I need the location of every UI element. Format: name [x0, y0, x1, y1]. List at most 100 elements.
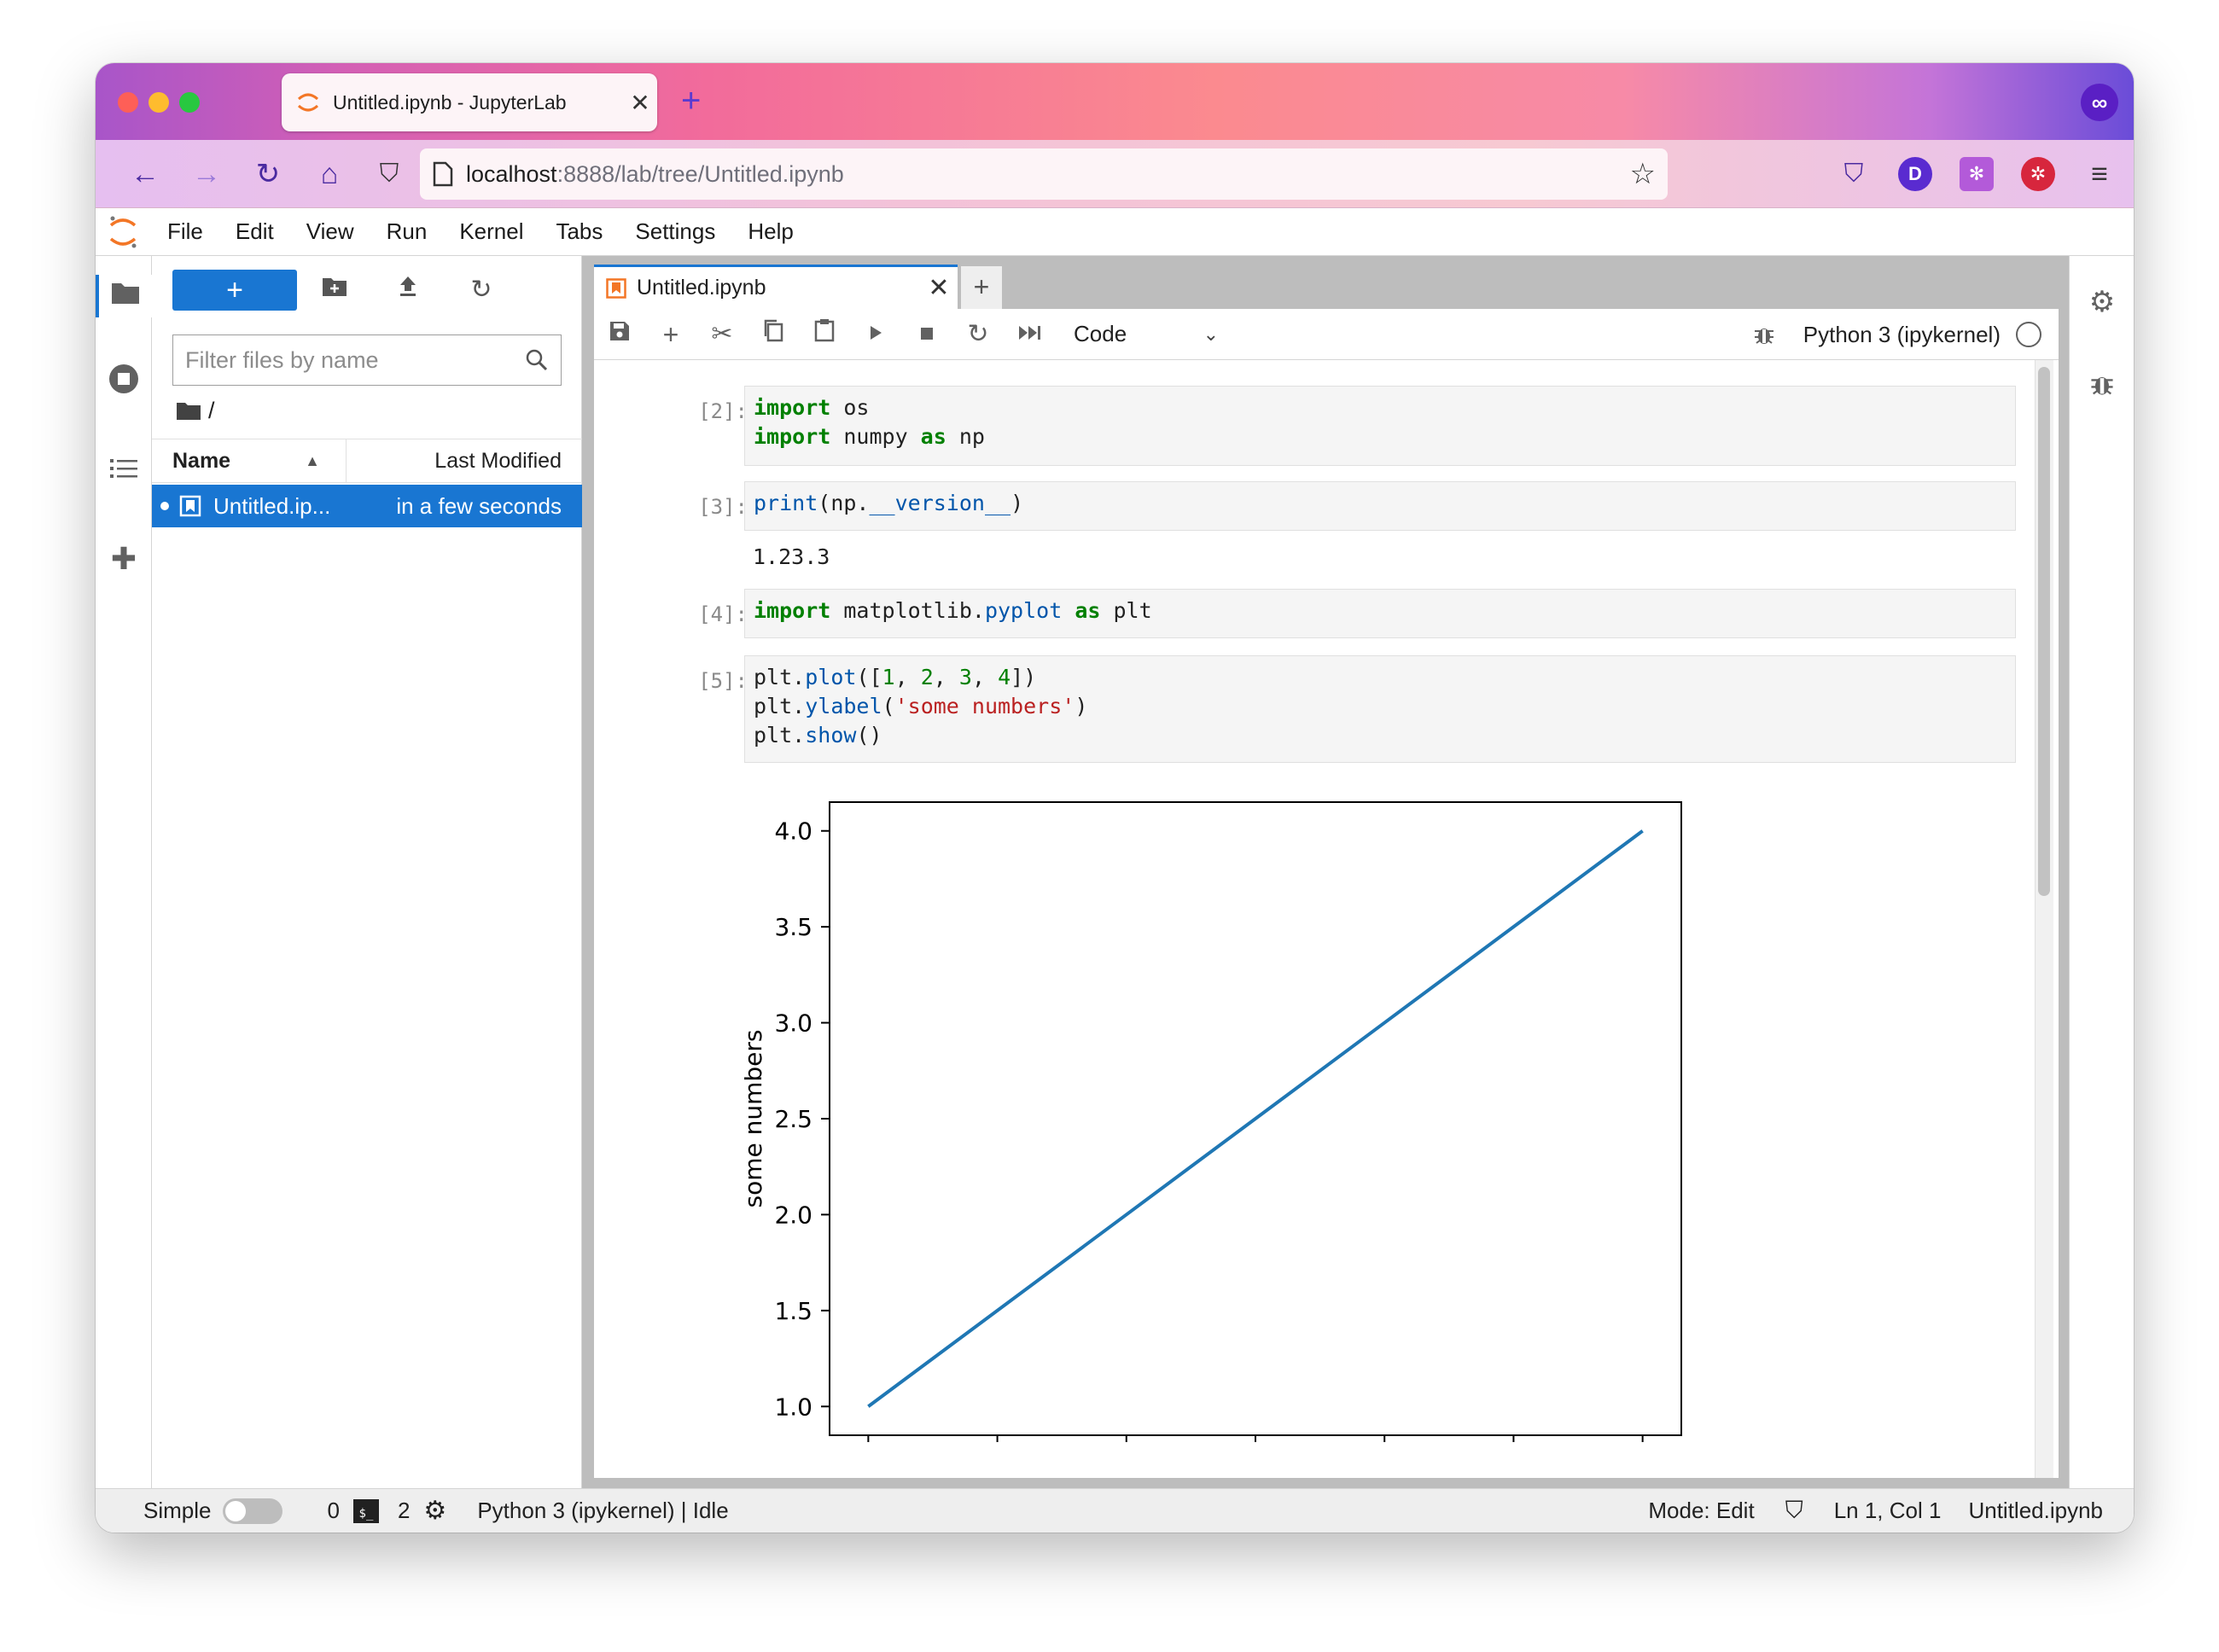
kernel-count[interactable]: 2 — [398, 1498, 410, 1524]
extension-manager-tab[interactable]: ✚ — [102, 538, 145, 580]
jupyter-logo-icon — [96, 208, 150, 256]
code-cell-version[interactable]: print(np.__version__) — [744, 481, 2016, 531]
code-token: as — [1075, 598, 1101, 623]
copy-icon[interactable] — [748, 309, 799, 360]
vertical-scrollbar[interactable] — [2038, 367, 2050, 896]
menu-tabs[interactable]: Tabs — [556, 218, 603, 245]
debugger-bug-icon[interactable] — [1752, 323, 1776, 346]
terminal-count[interactable]: 0 — [327, 1498, 339, 1524]
paste-icon[interactable] — [799, 309, 850, 360]
column-header-name[interactable]: Name ▲ — [152, 439, 347, 483]
table-of-contents-tab[interactable] — [102, 451, 145, 493]
save-icon[interactable] — [594, 309, 645, 360]
extension-d-icon[interactable]: D — [1898, 157, 1932, 191]
restart-run-all-icon[interactable] — [1004, 309, 1055, 360]
cursor-position[interactable]: Ln 1, Col 1 — [1834, 1498, 1942, 1524]
browser-tab-jupyterlab[interactable]: Untitled.ipynb - JupyterLab ✕ — [282, 73, 657, 131]
menu-file[interactable]: File — [167, 218, 203, 245]
notebook-tab-title: Untitled.ipynb — [637, 276, 766, 300]
code-token: pyplot — [984, 598, 1063, 623]
plot-axes: 0.00.51.01.52.02.53.01.01.52.02.53.03.54… — [744, 801, 1682, 1442]
private-browsing-icon: ∞ — [2081, 84, 2118, 121]
reload-icon[interactable]: ↻ — [249, 155, 287, 193]
kernel-status-text[interactable]: Python 3 (ipykernel) | Idle — [477, 1498, 728, 1524]
browser-window: Untitled.ipynb - JupyterLab ✕ + ∞ ← → ↻ … — [96, 63, 2134, 1533]
refresh-icon[interactable]: ↻ — [461, 270, 502, 311]
shield-icon[interactable]: ⛉ — [370, 155, 408, 193]
cell-type-dropdown[interactable]: Code ⌄ — [1074, 321, 1219, 347]
file-row-untitled[interactable]: Untitled.ip... in a few seconds — [152, 485, 582, 527]
url-path: :8888/lab/tree/Untitled.ipynb — [556, 160, 844, 187]
jupyter-favicon-icon — [297, 93, 319, 112]
back-arrow-icon[interactable]: ← — [126, 155, 164, 193]
running-dot-icon — [160, 502, 169, 510]
extension-red-icon[interactable]: ✲ — [2021, 157, 2055, 191]
breadcrumb-root[interactable]: / — [208, 398, 215, 424]
code-token: 1 — [882, 665, 895, 689]
kernel-chip-icon: ⚙ — [423, 1497, 447, 1525]
right-sidebar: ⚙ — [2069, 256, 2134, 1488]
forward-arrow-icon[interactable]: → — [188, 155, 225, 193]
run-cell-icon[interactable] — [850, 309, 901, 360]
new-tab-button[interactable]: + — [681, 79, 701, 123]
code-cell-imports[interactable]: import os import numpy as np — [744, 386, 2016, 466]
minimize-window-button[interactable] — [149, 92, 169, 113]
cell-prompt: [2]: — [698, 399, 748, 423]
new-folder-icon[interactable] — [314, 270, 355, 311]
zoom-window-button[interactable] — [179, 92, 200, 113]
extension-snowflake-icon[interactable]: ✻ — [1960, 157, 1994, 191]
hamburger-menu-icon[interactable]: ≡ — [2081, 155, 2118, 193]
file-filter-input[interactable] — [185, 346, 525, 374]
y-tick-label: 2.5 — [774, 1105, 812, 1133]
y-tick-label: 2.0 — [774, 1201, 812, 1229]
menu-kernel[interactable]: Kernel — [459, 218, 523, 245]
close-window-button[interactable] — [118, 92, 138, 113]
jupyter-menubar: File Edit View Run Kernel Tabs Settings … — [96, 208, 2134, 256]
debugger-bug-icon[interactable] — [2082, 370, 2123, 411]
menu-view[interactable]: View — [306, 218, 354, 245]
close-tab-icon[interactable]: ✕ — [623, 89, 657, 117]
insert-cell-icon[interactable]: + — [645, 309, 696, 360]
terminal-icon: $_ — [352, 1498, 379, 1523]
new-launcher-tab-button[interactable]: + — [961, 266, 1002, 309]
new-launcher-button[interactable]: + — [172, 270, 297, 311]
cell-output-text: 1.23.3 — [753, 544, 830, 569]
file-modified: in a few seconds — [396, 492, 562, 519]
property-inspector-gears-icon[interactable]: ⚙ — [2082, 282, 2123, 323]
cell-prompt: [4]: — [698, 602, 748, 626]
running-sessions-tab[interactable] — [102, 362, 145, 404]
file-browser-panel: + ↻ / Name ▲ Last Modified — [152, 256, 582, 1488]
menu-run[interactable]: Run — [387, 218, 428, 245]
close-notebook-tab-icon[interactable]: ✕ — [920, 273, 958, 303]
simple-mode-toggle[interactable] — [223, 1498, 283, 1524]
restart-kernel-icon[interactable]: ↻ — [952, 309, 1004, 360]
kernel-name[interactable]: Python 3 (ipykernel) — [1803, 322, 2001, 348]
cut-icon[interactable]: ✂ — [696, 309, 748, 360]
breadcrumb[interactable]: / — [176, 398, 215, 424]
bookmark-star-icon[interactable]: ☆ — [1630, 157, 1656, 191]
interrupt-kernel-icon[interactable] — [901, 309, 952, 360]
code-cell-matplotlib-import[interactable]: import matplotlib.pyplot as plt — [744, 589, 2016, 638]
title-bar: Untitled.ipynb - JupyterLab ✕ + ∞ — [96, 63, 2134, 140]
code-cell-plot[interactable]: plt.plot([1, 2, 3, 4]) plt.ylabel('some … — [744, 655, 2016, 763]
address-bar[interactable]: localhost:8888/lab/tree/Untitled.ipynb ☆ — [420, 148, 1668, 200]
menu-help[interactable]: Help — [748, 218, 793, 245]
notebook-tab[interactable]: Untitled.ipynb ✕ — [594, 265, 958, 309]
code-token: , — [894, 665, 921, 689]
code-token: ([ — [856, 665, 882, 689]
home-icon[interactable]: ⌂ — [311, 155, 348, 193]
menu-settings[interactable]: Settings — [635, 218, 715, 245]
menu-edit[interactable]: Edit — [236, 218, 274, 245]
file-browser-tab[interactable] — [96, 275, 152, 317]
upload-icon[interactable] — [387, 270, 428, 311]
trust-shield-icon[interactable]: ⛉ — [1785, 1497, 1803, 1525]
code-token: ) — [1010, 491, 1024, 515]
code-token: 2 — [920, 665, 934, 689]
code-token: print — [754, 491, 818, 515]
left-activity-bar: ✚ — [96, 256, 152, 1488]
column-header-modified[interactable]: Last Modified — [347, 449, 582, 474]
file-filter-box[interactable] — [172, 334, 562, 386]
pocket-icon[interactable]: ⛉ — [1835, 155, 1872, 193]
folder-icon — [112, 283, 139, 304]
